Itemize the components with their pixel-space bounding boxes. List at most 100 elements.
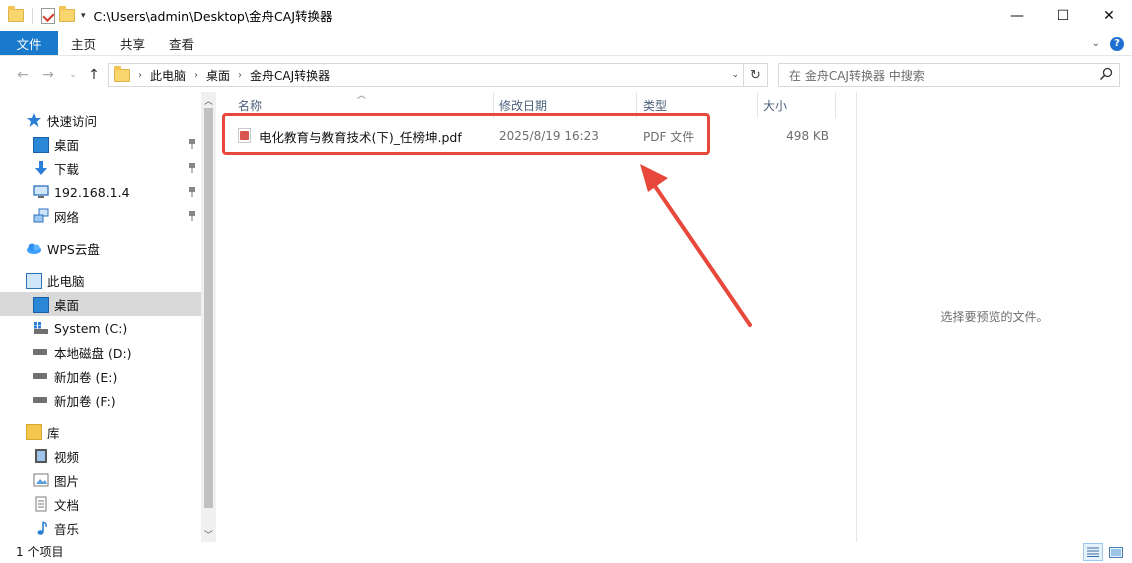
nav-label: 桌面: [54, 297, 80, 313]
video-icon: [35, 449, 47, 463]
computer-icon: [26, 272, 42, 289]
nav-documents[interactable]: 文档: [0, 492, 201, 516]
nav-quick-desktop[interactable]: 桌面: [0, 132, 201, 156]
search-icon[interactable]: [1099, 67, 1113, 81]
document-icon: [35, 496, 47, 512]
navigation-pane[interactable]: 快速访问 桌面 下载 192.168.1.4 网络 WPS云盘 此电脑 桌面 S…: [0, 92, 201, 542]
address-dropdown-chevron-icon[interactable]: ⌄: [731, 64, 739, 86]
nav-pictures[interactable]: 图片: [0, 468, 201, 492]
highlight-annotation-box: [222, 113, 710, 155]
nav-desktop-selected[interactable]: 桌面: [0, 292, 201, 316]
breadcrumb-separator-icon[interactable]: ›: [238, 70, 242, 81]
nav-this-pc[interactable]: 此电脑: [0, 268, 201, 292]
breadcrumb-desktop[interactable]: 桌面: [206, 67, 230, 84]
minimize-button[interactable]: —: [994, 0, 1040, 31]
scroll-up-chevron-icon[interactable]: ︿: [201, 92, 216, 108]
details-view-button[interactable]: [1083, 543, 1103, 561]
help-icon[interactable]: ?: [1110, 36, 1124, 51]
picture-icon: [33, 473, 49, 487]
network-icon: [33, 208, 49, 223]
view-toggle-group: [1083, 543, 1126, 561]
close-button[interactable]: ✕: [1086, 0, 1132, 31]
tab-share[interactable]: 共享: [108, 31, 157, 55]
nav-label: WPS云盘: [47, 241, 100, 257]
pin-icon[interactable]: [188, 211, 196, 221]
tab-file[interactable]: 文件: [0, 31, 58, 55]
preview-message: 选择要预览的文件。: [940, 310, 1049, 324]
column-header-size[interactable]: 大小: [763, 92, 787, 118]
title-bar: ▾ C:\Users\admin\Desktop\金舟CAJ转换器 — ☐ ✕: [0, 0, 1132, 31]
breadcrumb-this-pc[interactable]: 此电脑: [150, 67, 186, 84]
pin-icon[interactable]: [188, 187, 196, 197]
forward-arrow-icon[interactable]: →: [37, 64, 59, 86]
large-icons-view-button[interactable]: [1106, 543, 1126, 561]
status-bar: 1 个项目: [0, 540, 1132, 563]
nav-label: 192.168.1.4: [54, 184, 130, 200]
scrollbar-thumb[interactable]: [204, 108, 213, 508]
nav-label: 新加卷 (F:): [54, 393, 116, 409]
nav-label: 网络: [54, 209, 80, 225]
nav-label: 视频: [54, 449, 80, 465]
refresh-icon[interactable]: ↻: [743, 64, 767, 86]
ribbon-tabs: 文件 主页 共享 查看 ⌄ ?: [0, 31, 1132, 56]
recent-locations-chevron-icon[interactable]: ⌄: [62, 64, 84, 86]
breadcrumb-separator-icon[interactable]: ›: [138, 70, 142, 81]
music-icon: [37, 521, 47, 535]
quick-access-toolbar: ▾: [0, 0, 86, 31]
nav-label: 快速访问: [47, 113, 98, 129]
library-icon: [26, 424, 42, 440]
nav-quick-network[interactable]: 网络: [0, 204, 201, 228]
column-divider[interactable]: [757, 92, 758, 118]
nav-drive-e[interactable]: 新加卷 (E:): [0, 364, 201, 388]
desktop-icon: [33, 297, 49, 313]
breadcrumb-separator-icon[interactable]: ›: [194, 70, 198, 81]
back-arrow-icon[interactable]: ←: [12, 64, 34, 86]
tab-home[interactable]: 主页: [58, 31, 108, 55]
desktop-icon: [33, 137, 49, 153]
drive-icon: [33, 392, 49, 408]
new-folder-icon[interactable]: [59, 6, 75, 22]
system-drive-icon: [34, 322, 48, 334]
search-placeholder: 在 金舟CAJ转换器 中搜索: [789, 68, 925, 83]
address-bar[interactable]: › 此电脑 › 桌面 › 金舟CAJ转换器 ⌄ ↻: [108, 63, 768, 87]
drive-icon: [33, 368, 49, 384]
pin-icon[interactable]: [188, 139, 196, 149]
toolbar-divider: [32, 7, 33, 24]
expand-ribbon-chevron-icon[interactable]: ⌄: [1092, 38, 1100, 49]
nav-label: 音乐: [54, 521, 80, 537]
nav-label: 文档: [54, 497, 80, 513]
nav-label: 图片: [54, 473, 80, 489]
properties-icon[interactable]: [41, 7, 55, 24]
nav-scrollbar[interactable]: ︿ ﹀: [201, 92, 216, 542]
folder-icon: [8, 6, 24, 22]
nav-label: 库: [47, 425, 60, 441]
nav-drive-c[interactable]: System (C:): [0, 316, 201, 340]
nav-quick-network-drive[interactable]: 192.168.1.4: [0, 180, 201, 204]
download-icon: [35, 161, 47, 175]
nav-drive-f[interactable]: 新加卷 (F:): [0, 388, 201, 412]
customize-toolbar-chevron-icon[interactable]: ▾: [81, 11, 86, 21]
tab-view[interactable]: 查看: [157, 31, 206, 55]
nav-label: System (C:): [54, 320, 128, 336]
nav-wps-cloud[interactable]: WPS云盘: [0, 236, 201, 260]
nav-drive-d[interactable]: 本地磁盘 (D:): [0, 340, 201, 364]
maximize-button[interactable]: ☐: [1040, 0, 1086, 31]
star-icon: [27, 113, 41, 127]
search-input[interactable]: 在 金舟CAJ转换器 中搜索: [778, 63, 1120, 87]
breadcrumb-current-folder[interactable]: 金舟CAJ转换器: [250, 67, 330, 84]
nav-libraries[interactable]: 库: [0, 420, 201, 444]
up-arrow-icon[interactable]: ↑: [83, 64, 105, 86]
item-count: 1 个项目: [16, 545, 64, 559]
folder-icon: [114, 65, 130, 82]
network-drive-icon: [33, 185, 49, 198]
nav-label: 本地磁盘 (D:): [54, 345, 132, 361]
cloud-icon: [27, 243, 41, 254]
nav-music[interactable]: 音乐: [0, 516, 201, 540]
pin-icon[interactable]: [188, 163, 196, 173]
nav-videos[interactable]: 视频: [0, 444, 201, 468]
column-divider[interactable]: [835, 92, 836, 118]
nav-quick-downloads[interactable]: 下载: [0, 156, 201, 180]
ribbon-right-controls: ⌄ ?: [1092, 31, 1124, 56]
nav-quick-access[interactable]: 快速访问: [0, 108, 201, 132]
nav-label: 新加卷 (E:): [54, 369, 118, 385]
